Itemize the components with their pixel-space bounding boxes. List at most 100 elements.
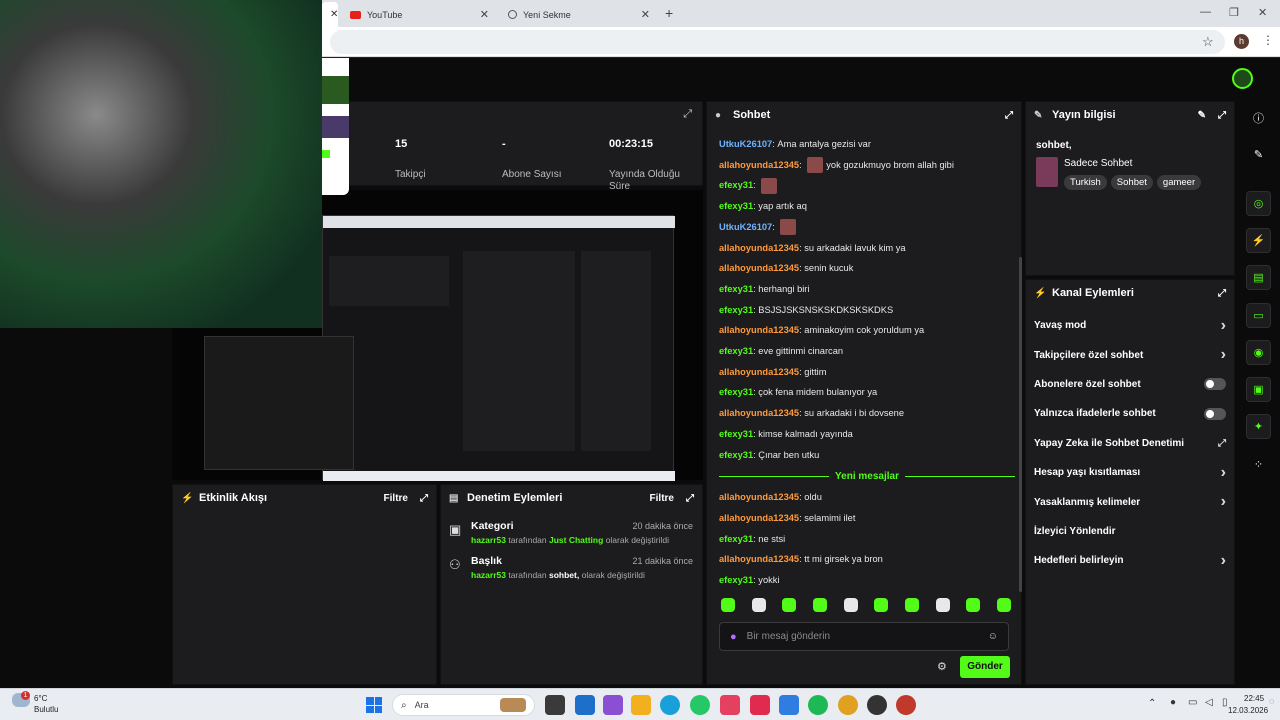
chat-username[interactable]: allahoyunda12345 (719, 487, 799, 508)
whatsapp-icon[interactable] (690, 695, 710, 715)
profile-avatar[interactable]: h (1234, 34, 1249, 49)
chat-username[interactable]: efexy31 (719, 570, 753, 591)
chat-username[interactable]: allahoyunda12345 (719, 155, 799, 176)
channel-action-item[interactable]: Abonelere özel sohbet (1026, 370, 1234, 399)
tab-new-tab[interactable]: Yeni Sekme ✕ (500, 2, 658, 27)
layout-icon[interactable]: ▣ (1246, 377, 1271, 402)
minimize-icon[interactable]: — (1200, 6, 1211, 18)
chat-icon[interactable]: ▭ (1246, 303, 1271, 328)
category-name[interactable]: Sadece Sohbet (1064, 158, 1132, 169)
toggle-switch[interactable] (1204, 378, 1226, 391)
chat-username[interactable]: UtkuK26107 (719, 134, 772, 155)
emote-button[interactable] (935, 598, 950, 612)
edit-icon[interactable]: ✎ (1198, 110, 1206, 121)
chat-username[interactable]: efexy31 (719, 300, 753, 321)
filter-button[interactable]: Filtre (650, 493, 674, 504)
bookmark-star-icon[interactable]: ☆ (1202, 34, 1214, 50)
chat-username[interactable]: efexy31 (719, 279, 753, 300)
channel-action-item[interactable]: Yapay Zeka ile Sohbet Denetimi ⤢ (1026, 429, 1234, 458)
chat-username[interactable]: UtkuK26107 (719, 217, 772, 238)
chevron-up-icon[interactable]: ⌃ (1148, 698, 1156, 709)
maximize-icon[interactable]: ❐ (1229, 6, 1239, 19)
channel-action-item[interactable]: Takipçilere özel sohbet › (1026, 340, 1234, 369)
app-icon[interactable] (750, 695, 770, 715)
apps-icon[interactable]: ⁘ (1246, 452, 1271, 477)
chrome-icon[interactable] (867, 695, 887, 715)
expand-icon[interactable]: ⤢ (1218, 288, 1226, 299)
windows-start-icon[interactable] (366, 697, 382, 713)
chat-username[interactable]: allahoyunda12345 (719, 362, 799, 383)
emote-button[interactable] (996, 598, 1011, 612)
microphone-icon[interactable]: ● (730, 631, 737, 643)
battery-icon[interactable]: ▯ (1222, 697, 1228, 708)
chat-username[interactable]: efexy31 (719, 341, 753, 362)
emote-button[interactable] (721, 598, 735, 612)
address-bar[interactable] (330, 30, 1225, 54)
app-icon[interactable] (779, 695, 799, 715)
emote-button[interactable] (812, 598, 827, 612)
microphone-icon[interactable]: ● (1170, 697, 1176, 708)
chat-scrollbar[interactable] (1019, 257, 1022, 592)
chat-username[interactable]: allahoyunda12345 (719, 549, 799, 570)
new-tab-icon[interactable]: + (665, 5, 673, 21)
chevron-right-icon[interactable]: › (1221, 552, 1226, 570)
user-avatar[interactable] (1232, 68, 1253, 89)
lightning-icon[interactable]: ⚡ (1246, 228, 1271, 253)
chevron-right-icon[interactable]: › (1221, 464, 1226, 482)
chat-username[interactable]: efexy31 (719, 445, 753, 466)
emote-button[interactable] (874, 598, 889, 612)
channel-action-item[interactable]: Yalnızca ifadelerle sohbet (1026, 399, 1234, 428)
chat-input[interactable]: ● Bir mesaj gönderin ☺ (719, 622, 1009, 651)
pencil-icon[interactable]: ✎ (1246, 142, 1271, 167)
tab-youtube[interactable]: YouTube ✕ (342, 2, 497, 27)
edge-icon[interactable] (660, 695, 680, 715)
active-tab-close-icon[interactable]: ✕ (322, 2, 338, 27)
emoji-icon[interactable]: ☺ (988, 631, 998, 642)
window-close-icon[interactable]: ✕ (1258, 6, 1267, 19)
chat-username[interactable]: allahoyunda12345 (719, 403, 799, 424)
file-explorer-icon[interactable] (631, 695, 651, 715)
app-icon[interactable] (603, 695, 623, 715)
focus-icon[interactable]: ◎ (1246, 191, 1271, 216)
app-icon[interactable] (720, 695, 740, 715)
chevron-right-icon[interactable]: › (1221, 317, 1226, 335)
expand-icon[interactable]: ⤢ (686, 493, 694, 504)
channel-action-item[interactable]: Yasaklanmış kelimeler › (1026, 487, 1234, 516)
tag[interactable]: Sohbet (1110, 175, 1153, 190)
chat-username[interactable]: efexy31 (719, 424, 753, 445)
chevron-right-icon[interactable]: › (1221, 346, 1226, 364)
tag[interactable]: gameer (1156, 175, 1202, 190)
chat-username[interactable]: efexy31 (719, 175, 753, 196)
menu-dots-icon[interactable]: ⋮ (1262, 33, 1274, 47)
chat-username[interactable]: efexy31 (719, 529, 753, 550)
actor-name[interactable]: hazarr53 (471, 570, 506, 580)
send-button[interactable]: Gönder (960, 656, 1010, 678)
expand-icon[interactable]: ⤢ (420, 493, 428, 504)
info-icon[interactable]: ⓘ (1246, 105, 1271, 130)
actor-name[interactable]: hazarr53 (471, 535, 506, 545)
volume-icon[interactable]: ◁ (1205, 697, 1213, 708)
chevron-right-icon[interactable]: › (1221, 493, 1226, 511)
channel-action-item[interactable]: İzleyici Yönlendir (1026, 517, 1234, 546)
channel-action-item[interactable]: Hedefleri belirleyin › (1026, 546, 1234, 575)
chat-username[interactable]: allahoyunda12345 (719, 258, 799, 279)
emote-button[interactable] (966, 598, 981, 612)
close-icon[interactable]: ✕ (480, 8, 489, 21)
expand-icon[interactable]: ⤢ (1218, 110, 1226, 121)
settings-gear-icon[interactable]: ⚙ (937, 660, 947, 673)
filter-button[interactable]: Filtre (384, 493, 408, 504)
chat-username[interactable]: allahoyunda12345 (719, 508, 799, 529)
external-link-icon[interactable]: ⤢ (1218, 438, 1226, 449)
store-icon[interactable] (575, 695, 595, 715)
emote-button[interactable] (782, 598, 797, 612)
notification-icon[interactable]: ◌ (1269, 696, 1274, 706)
document-icon[interactable]: ▤ (1246, 265, 1271, 290)
emote-button[interactable] (904, 598, 919, 612)
emote-button[interactable] (751, 598, 766, 612)
network-icon[interactable]: ▭ (1188, 697, 1197, 708)
clock-date[interactable]: 12.03.2026 (1228, 706, 1268, 715)
taskbar-search[interactable]: ⌕ Ara (392, 694, 535, 716)
channel-action-item[interactable]: Yavaş mod › (1026, 311, 1234, 340)
chrome-icon[interactable] (896, 695, 916, 715)
tag[interactable]: Turkish (1064, 175, 1107, 190)
